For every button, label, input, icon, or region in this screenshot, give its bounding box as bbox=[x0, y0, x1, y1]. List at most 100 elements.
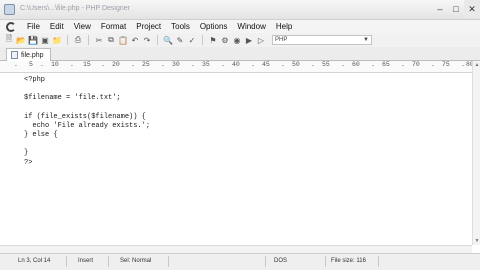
window-controls: – □ ✕ bbox=[432, 0, 480, 18]
find-icon[interactable]: 🔍 bbox=[163, 35, 173, 45]
ruler-label: . bbox=[341, 61, 345, 68]
run-browser-icon[interactable]: ◉ bbox=[232, 35, 242, 45]
ruler-label: 55 bbox=[322, 61, 330, 68]
app-logo-icon bbox=[6, 21, 16, 32]
code-line: } else { bbox=[24, 131, 58, 139]
open-folder-icon[interactable]: 📁 bbox=[52, 35, 62, 45]
code-line: } bbox=[24, 149, 29, 157]
ruler-label: 30 bbox=[172, 61, 180, 68]
debug-icon[interactable]: ⚙ bbox=[220, 35, 230, 45]
new-file-icon[interactable]: 🗎 bbox=[4, 34, 14, 45]
ruler-label: . bbox=[70, 61, 74, 68]
ruler-label: . bbox=[431, 61, 435, 68]
menu-project[interactable]: Project bbox=[131, 22, 166, 31]
ruler-label: 20 bbox=[112, 61, 120, 68]
save-icon[interactable]: 💾 bbox=[28, 35, 38, 45]
ruler-label: . bbox=[371, 61, 375, 68]
print-icon[interactable]: ⎙ bbox=[73, 35, 83, 45]
status-mode: Insert bbox=[78, 258, 94, 264]
toolbar-separator bbox=[202, 35, 203, 45]
code-line: <?php bbox=[24, 76, 46, 84]
ruler-label: 60 bbox=[352, 61, 360, 68]
ruler-label: . bbox=[131, 61, 135, 68]
ruler-label: 65 bbox=[382, 61, 390, 68]
app-icon bbox=[4, 4, 15, 15]
menu-view[interactable]: View bbox=[69, 22, 96, 31]
ruler-label: . bbox=[401, 61, 405, 68]
close-button[interactable]: ✕ bbox=[464, 0, 480, 18]
toolbar-separator bbox=[88, 35, 89, 45]
maximize-button[interactable]: □ bbox=[448, 0, 464, 18]
ruler-label: 70 bbox=[412, 61, 420, 68]
code-line: if (file_exists($filename)) { bbox=[24, 113, 146, 121]
spellcheck-icon[interactable]: ✓ bbox=[187, 35, 197, 45]
menu-file[interactable]: File bbox=[22, 22, 45, 31]
window-title: C:\Users\...\file.php - PHP Designer bbox=[20, 5, 130, 12]
ruler-label: . bbox=[101, 61, 105, 68]
cut-icon[interactable]: ✂ bbox=[94, 35, 104, 45]
menu-edit[interactable]: Edit bbox=[45, 22, 69, 31]
ruler-label: 75 bbox=[442, 61, 450, 68]
tab-file-php[interactable]: file.php bbox=[6, 48, 51, 61]
tab-label: file.php bbox=[21, 51, 44, 59]
menu-window[interactable]: Window bbox=[232, 22, 270, 31]
status-format: DOS bbox=[274, 258, 288, 264]
chevron-down-icon: ▼ bbox=[363, 37, 369, 43]
menu-options[interactable]: Options bbox=[195, 22, 233, 31]
scroll-down-icon[interactable]: ▼ bbox=[474, 238, 480, 244]
ruler-label: . bbox=[161, 61, 165, 68]
status-separator bbox=[325, 256, 326, 267]
code-line: echo 'File already exists.'; bbox=[24, 122, 151, 130]
language-select-value: PHP bbox=[275, 37, 288, 43]
ruler-label: 5 bbox=[29, 61, 33, 68]
ruler-label: 40 bbox=[232, 61, 240, 68]
column-ruler: . 5 . 10 . 15 . 20 . 25 . 30 . 35 . 40 .… bbox=[0, 61, 474, 73]
ruler-label: . bbox=[221, 61, 225, 68]
ruler-label: . bbox=[281, 61, 285, 68]
language-select[interactable]: PHP ▼ bbox=[272, 35, 372, 45]
ruler-label: 15 bbox=[83, 61, 91, 68]
php-file-icon bbox=[11, 51, 18, 59]
scroll-up-icon[interactable]: ▲ bbox=[474, 62, 480, 68]
minimize-button[interactable]: – bbox=[432, 0, 448, 18]
ruler-label: . bbox=[14, 61, 18, 68]
ruler-label: . bbox=[311, 61, 315, 68]
undo-icon[interactable]: ↶ bbox=[130, 35, 140, 45]
copy-icon[interactable]: ⧉ bbox=[106, 35, 116, 45]
run-alt-icon[interactable]: ▷ bbox=[256, 35, 266, 45]
menu-tools[interactable]: Tools bbox=[166, 22, 195, 31]
code-editor[interactable]: <?php $filename = 'file.txt'; if (file_e… bbox=[0, 73, 472, 245]
ruler-label: 45 bbox=[262, 61, 270, 68]
status-bar: Ln 3, Col 14 Insert Sel: Normal DOS File… bbox=[0, 253, 480, 270]
replace-icon[interactable]: ✎ bbox=[175, 35, 185, 45]
toolbar-separator bbox=[157, 35, 158, 45]
ruler-label: . bbox=[191, 61, 195, 68]
status-separator bbox=[66, 256, 67, 267]
status-separator bbox=[168, 256, 169, 267]
toolbar: 🗎 📂 💾 ▣ 📁 ⎙ ✂ ⧉ 📋 ↶ ↷ 🔍 ✎ ✓ ⚑ ⚙ ◉ ▶ ▷ PH… bbox=[0, 33, 480, 47]
ruler-label: 25 bbox=[142, 61, 150, 68]
paste-icon[interactable]: 📋 bbox=[118, 35, 128, 45]
horizontal-scrollbar[interactable] bbox=[0, 245, 472, 253]
status-position: Ln 3, Col 14 bbox=[18, 258, 51, 264]
ruler-label: 50 bbox=[292, 61, 300, 68]
code-line: $filename = 'file.txt'; bbox=[24, 94, 121, 102]
ruler-label: . bbox=[251, 61, 255, 68]
save-all-icon[interactable]: ▣ bbox=[40, 35, 50, 45]
status-filesize: File size: 116 bbox=[331, 258, 366, 264]
vertical-scrollbar[interactable]: ▲ ▼ bbox=[472, 61, 480, 245]
menu-format[interactable]: Format bbox=[96, 22, 131, 31]
title-bar: C:\Users\...\file.php - PHP Designer – □… bbox=[0, 0, 480, 20]
redo-icon[interactable]: ↷ bbox=[142, 35, 152, 45]
run-icon[interactable]: ▶ bbox=[244, 35, 254, 45]
open-icon[interactable]: 📂 bbox=[16, 35, 26, 45]
ruler-label: 35 bbox=[202, 61, 210, 68]
ruler-label: 10 bbox=[51, 61, 59, 68]
menu-help[interactable]: Help bbox=[271, 22, 297, 31]
menu-bar: File Edit View Format Project Tools Opti… bbox=[0, 20, 480, 33]
code-line: ?> bbox=[24, 159, 33, 167]
bookmark-icon[interactable]: ⚑ bbox=[208, 35, 218, 45]
ruler-label: . bbox=[40, 61, 44, 68]
toolbar-separator bbox=[67, 35, 68, 45]
tab-strip: file.php bbox=[0, 47, 480, 61]
